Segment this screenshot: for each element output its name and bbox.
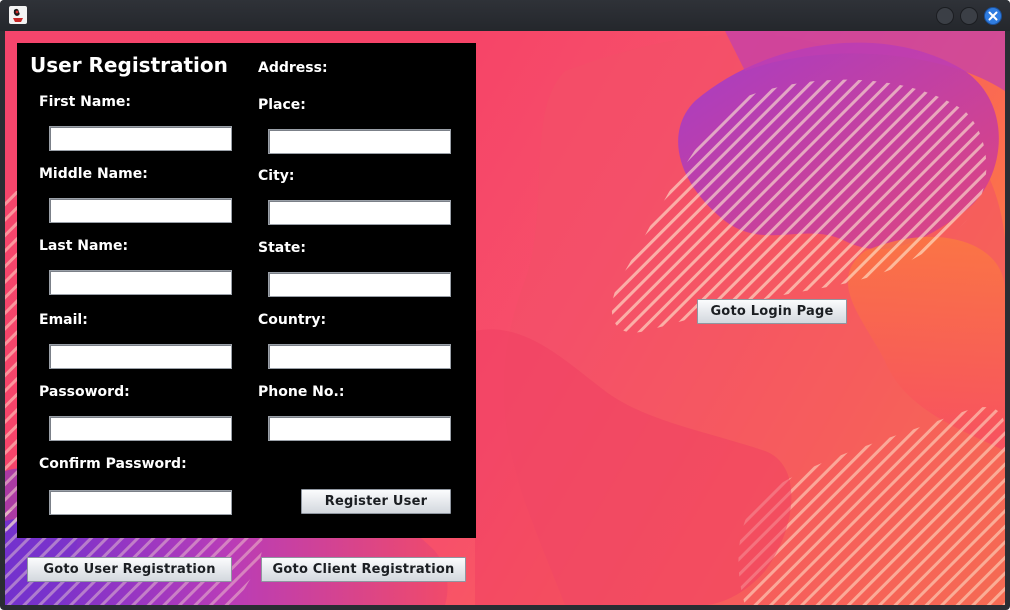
minimize-button[interactable] bbox=[936, 7, 954, 25]
window-content: User Registration First Name: Middle Nam… bbox=[5, 31, 1005, 605]
password-input[interactable] bbox=[49, 416, 232, 441]
goto-login-button[interactable]: Goto Login Page bbox=[697, 299, 847, 324]
address-heading: Address: bbox=[258, 60, 328, 76]
first-name-input[interactable] bbox=[49, 126, 232, 151]
state-input[interactable] bbox=[268, 272, 451, 297]
confirm-password-label: Confirm Password: bbox=[39, 456, 187, 472]
middle-name-input[interactable] bbox=[49, 198, 232, 223]
place-label: Place: bbox=[258, 97, 306, 113]
password-label: Passoword: bbox=[39, 384, 130, 400]
title-bar[interactable] bbox=[0, 0, 1010, 31]
phone-label: Phone No.: bbox=[258, 384, 345, 400]
application-window: User Registration First Name: Middle Nam… bbox=[0, 0, 1010, 610]
confirm-password-input[interactable] bbox=[49, 490, 232, 515]
place-input[interactable] bbox=[268, 129, 451, 154]
city-label: City: bbox=[258, 168, 295, 184]
email-input[interactable] bbox=[49, 344, 232, 369]
country-input[interactable] bbox=[268, 344, 451, 369]
close-icon bbox=[988, 11, 998, 21]
country-label: Country: bbox=[258, 312, 327, 328]
page-title: User Registration bbox=[30, 53, 228, 77]
first-name-label: First Name: bbox=[39, 94, 132, 110]
last-name-input[interactable] bbox=[49, 270, 232, 295]
email-label: Email: bbox=[39, 312, 88, 328]
java-duke-icon bbox=[9, 6, 27, 24]
register-user-button[interactable]: Register User bbox=[301, 489, 451, 514]
maximize-button[interactable] bbox=[960, 7, 978, 25]
last-name-label: Last Name: bbox=[39, 238, 129, 254]
state-label: State: bbox=[258, 240, 307, 256]
city-input[interactable] bbox=[268, 200, 451, 225]
goto-client-registration-button[interactable]: Goto Client Registration bbox=[261, 557, 466, 582]
close-button[interactable] bbox=[984, 7, 1002, 25]
registration-form-panel: User Registration First Name: Middle Nam… bbox=[17, 43, 476, 538]
phone-input[interactable] bbox=[268, 416, 451, 441]
goto-user-registration-button[interactable]: Goto User Registration bbox=[27, 557, 232, 582]
middle-name-label: Middle Name: bbox=[39, 166, 148, 182]
